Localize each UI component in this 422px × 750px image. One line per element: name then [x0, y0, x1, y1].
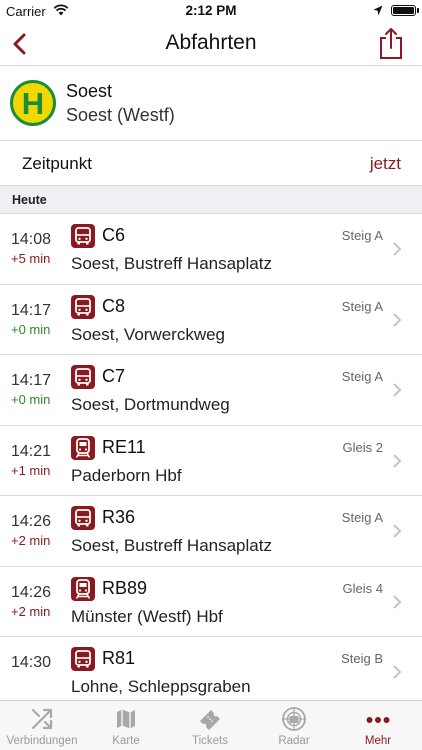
departure-time: 14:26: [11, 583, 52, 601]
track-label: Gleis 4: [342, 580, 383, 596]
departure-row[interactable]: 14:08 +5 min C6 Steig A Soest, Bustreff …: [0, 214, 422, 285]
time-selector[interactable]: Zeitpunkt jetzt: [0, 141, 422, 186]
departure-row[interactable]: 14:30 R81 Steig B Lohne, Schleppsgraben: [0, 637, 422, 708]
track-label: Steig A: [341, 298, 383, 314]
departure-delay: +5 min: [11, 251, 51, 266]
section-header: Heute: [0, 186, 422, 214]
track-label: Steig A: [341, 228, 383, 243]
tab-label: Tickets: [192, 735, 228, 747]
line-number: C6: [102, 225, 126, 245]
chevron-right-icon: [393, 453, 402, 468]
departure-time: 14:30: [11, 654, 52, 671]
destination: Soest, Dortmundweg: [71, 395, 230, 414]
departure-delay: +2 min: [11, 603, 51, 619]
train-icon: [71, 435, 95, 460]
stop-name: Soest: [66, 81, 113, 101]
departure-delay: +2 min: [11, 533, 51, 548]
line-number: RB89: [102, 577, 148, 598]
train-icon: [71, 576, 95, 601]
departure-delay: +1 min: [11, 462, 51, 478]
tab-tickets[interactable]: Tickets: [168, 701, 252, 750]
stop-header: H Soest Soest (Westf): [0, 67, 422, 141]
time-selector-label: Zeitpunkt: [22, 154, 92, 173]
tab-label: Verbindungen: [6, 735, 78, 747]
line-number: RE11: [102, 436, 146, 457]
departure-row[interactable]: 14:17 +0 min C8 Steig A Soest, Vorwerckw…: [0, 285, 422, 355]
track-label: Steig A: [341, 510, 383, 525]
radar-icon: [282, 707, 306, 731]
departure-time: 14:17: [11, 301, 52, 319]
status-time: 2:12 PM: [185, 3, 237, 18]
share-icon[interactable]: [378, 26, 404, 60]
chevron-right-icon: [393, 524, 402, 538]
battery-icon: [391, 5, 416, 16]
line-number: C7: [102, 366, 126, 386]
tab-radar[interactable]: Radar: [252, 701, 336, 750]
tab-verbindungen[interactable]: Verbindungen: [0, 701, 84, 750]
tab-label: Karte: [112, 735, 140, 747]
bus-icon: [71, 647, 95, 671]
destination: Paderborn Hbf: [71, 465, 182, 485]
departure-row[interactable]: 14:17 +0 min C7 Steig A Soest, Dortmundw…: [0, 355, 422, 426]
destination: Soest, Bustreff Hansaplatz: [71, 254, 272, 273]
departure-time: 14:26: [11, 513, 52, 530]
departure-time: 14:08: [11, 231, 52, 248]
departure-list: 14:08 +5 min C6 Steig A Soest, Bustreff …: [0, 214, 422, 708]
time-selector-value[interactable]: jetzt: [370, 154, 401, 174]
tab-karte[interactable]: Karte: [84, 701, 168, 750]
bus-stop-logo: H: [10, 80, 56, 126]
tab-mehr[interactable]: Mehr: [336, 701, 420, 750]
track-label: Steig A: [341, 369, 383, 384]
tab-label: Mehr: [364, 735, 392, 747]
destination: Soest, Bustreff Hansaplatz: [71, 536, 272, 555]
connections-icon: [31, 708, 53, 730]
more-icon: [366, 717, 390, 723]
section-title: Heute: [12, 193, 47, 207]
bus-icon: [71, 294, 95, 319]
status-bar: Carrier 2:12 PM: [0, 0, 422, 22]
page-title: Abfahrten: [165, 31, 257, 54]
track-label: Steig B: [341, 651, 383, 666]
line-number: C8: [102, 295, 126, 316]
line-number: R36: [102, 507, 136, 527]
departure-delay: +0 min: [11, 392, 51, 407]
line-number: R81: [102, 648, 136, 668]
stop-subtitle: Soest (Westf): [66, 105, 175, 125]
bus-icon: [71, 365, 95, 389]
destination: Lohne, Schleppsgraben: [71, 677, 251, 696]
destination: Soest, Vorwerckweg: [71, 324, 226, 344]
tab-label: Radar: [278, 735, 310, 747]
chevron-right-icon: [393, 312, 402, 327]
departure-row[interactable]: 14:26 +2 min RB89 Gleis 4 Münster (Westf…: [0, 567, 422, 637]
destination: Münster (Westf) Hbf: [71, 606, 223, 626]
departure-time: 14:21: [11, 442, 52, 460]
navigation-bar: Abfahrten: [0, 22, 422, 66]
map-icon: [117, 709, 135, 729]
bus-icon: [71, 224, 95, 248]
stop-logo-letter: H: [22, 86, 44, 121]
ticket-icon: [200, 710, 220, 730]
chevron-right-icon: [393, 383, 402, 397]
departure-row[interactable]: 14:26 +2 min R36 Steig A Soest, Bustreff…: [0, 496, 422, 567]
chevron-right-icon: [393, 665, 402, 679]
chevron-right-icon: [393, 242, 402, 256]
departure-delay: +0 min: [11, 321, 51, 337]
departure-row[interactable]: 14:21 +1 min RE11 Gleis 2 Paderborn Hbf: [0, 426, 422, 496]
bus-icon: [71, 506, 95, 530]
chevron-right-icon: [393, 594, 402, 609]
track-label: Gleis 2: [342, 439, 383, 455]
location-arrow-icon: [373, 5, 383, 16]
departure-time: 14:17: [11, 372, 52, 389]
battery-tip: [417, 8, 419, 13]
tab-bar: Verbindungen Karte Tickets Radar Mehr: [0, 700, 422, 750]
